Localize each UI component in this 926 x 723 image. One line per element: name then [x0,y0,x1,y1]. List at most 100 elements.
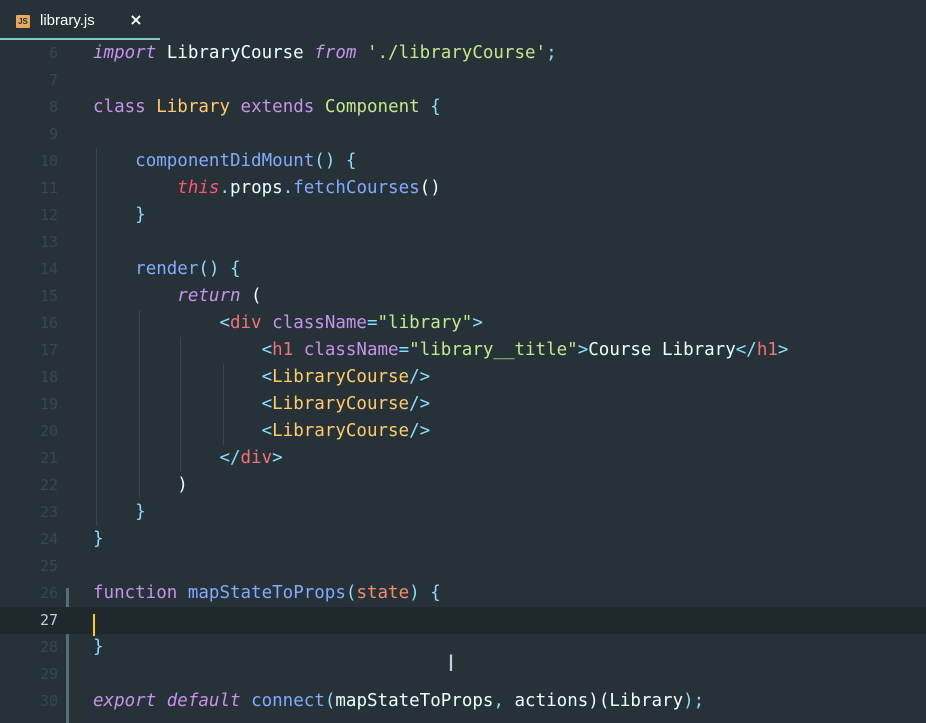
code-token: './libraryCourse' [366,43,547,63]
code-editor[interactable]: 6 import LibraryCourse from './libraryCou… [0,40,926,723]
code-token: > [577,340,589,360]
code-token: < [261,421,273,441]
tab-title: library.js [40,12,95,29]
code-token: div [240,448,273,468]
code-line[interactable]: 16 <div className="library"> [0,310,926,337]
code-line[interactable]: 12 } [0,202,926,229]
code-text: render() { [93,256,240,283]
code-line[interactable]: 6 import LibraryCourse from './libraryCou… [0,40,926,67]
code-token: < [261,367,273,387]
code-token: from [314,43,357,63]
code-line[interactable]: 21 </div> [0,445,926,472]
code-token: { [430,97,441,117]
code-line[interactable]: 19 <LibraryCourse/> [0,391,926,418]
code-line[interactable]: 30 export default connect(mapStateToProps… [0,688,926,715]
code-line[interactable]: 23 } [0,499,926,526]
code-line[interactable]: 25 [0,553,926,580]
code-text: ) [93,472,188,499]
code-line[interactable]: 24} [0,526,926,553]
code-token: class [93,97,146,117]
code-token: { [430,583,441,603]
code-token: function [93,583,178,603]
code-text: <h1 className="library__title">Course Li… [93,337,789,364]
code-token: , [493,691,515,711]
line-number: 28 [39,638,58,656]
code-token: LibraryCourse [272,367,410,387]
code-token: ); [683,691,705,711]
code-text: } [93,202,146,229]
code-token: ) [409,583,420,603]
code-text: export default connect(mapStateToProps, … [93,688,704,715]
code-token: } [135,205,146,225]
line-number: 26 [39,584,58,602]
code-token: } [93,637,104,657]
code-token: div [229,313,262,333]
code-text: <LibraryCourse/> [93,391,431,418]
code-token: LibraryCourse [156,43,315,63]
code-token: this [177,178,220,198]
code-line[interactable]: 9 [0,121,926,148]
code-token: </ [219,448,241,468]
code-line[interactable]: 22 ) [0,472,926,499]
code-line[interactable]: 13 [0,229,926,256]
code-line[interactable]: 14 render() { [0,256,926,283]
code-token: () [419,178,441,198]
code-token: ( [324,691,336,711]
line-number: 24 [39,530,58,548]
code-token: /> [409,394,431,414]
code-token: default [166,691,241,711]
code-text: class Library extends Component { [93,94,441,121]
js-file-icon: JS [16,15,30,28]
line-number: 22 [39,476,58,494]
code-line[interactable]: 10 componentDidMount() { [0,148,926,175]
code-token: ( [240,286,262,306]
code-token: ; [546,43,557,63]
code-token: { [345,151,357,171]
code-token: "library" [377,313,473,333]
tab-library-js[interactable]: JS library.js × [0,0,160,40]
code-token: actions [514,691,589,711]
code-text: import LibraryCourse from './libraryCour… [93,40,557,67]
code-token: < [261,394,273,414]
code-token: = [366,313,378,333]
line-number: 7 [48,71,58,89]
code-text: <LibraryCourse/> [93,364,431,391]
code-line[interactable]: 11 this.props.fetchCourses() [0,175,926,202]
code-line[interactable]: 27 [0,607,926,634]
code-token: () [314,151,336,171]
code-token: /> [409,421,431,441]
line-number: 29 [39,665,58,683]
code-token: mapStateToProps [335,691,494,711]
code-line[interactable]: 7 [0,67,926,94]
line-number: 14 [39,260,58,278]
code-text: } [93,526,104,553]
code-line[interactable]: 15 return ( [0,283,926,310]
line-number: 8 [48,98,58,116]
code-token: extends [240,97,315,117]
code-token: h1 [756,340,778,360]
code-line[interactable]: 29 [0,661,926,688]
code-text: this.props.fetchCourses() [93,175,441,202]
code-line[interactable]: 8 class Library extends Component { [0,94,926,121]
code-line[interactable]: 17 <h1 className="library__title">Course… [0,337,926,364]
code-line[interactable]: 26 function mapStateToProps(state) { [0,580,926,607]
code-line[interactable]: 18 <LibraryCourse/> [0,364,926,391]
line-number: 21 [39,449,58,467]
code-token: className [303,340,399,360]
code-token: render [135,259,199,279]
code-line[interactable]: 28} [0,634,926,661]
code-line[interactable]: 20 <LibraryCourse/> [0,418,926,445]
close-icon[interactable]: × [128,11,144,29]
code-token: < [261,340,273,360]
line-number: 15 [39,287,58,305]
